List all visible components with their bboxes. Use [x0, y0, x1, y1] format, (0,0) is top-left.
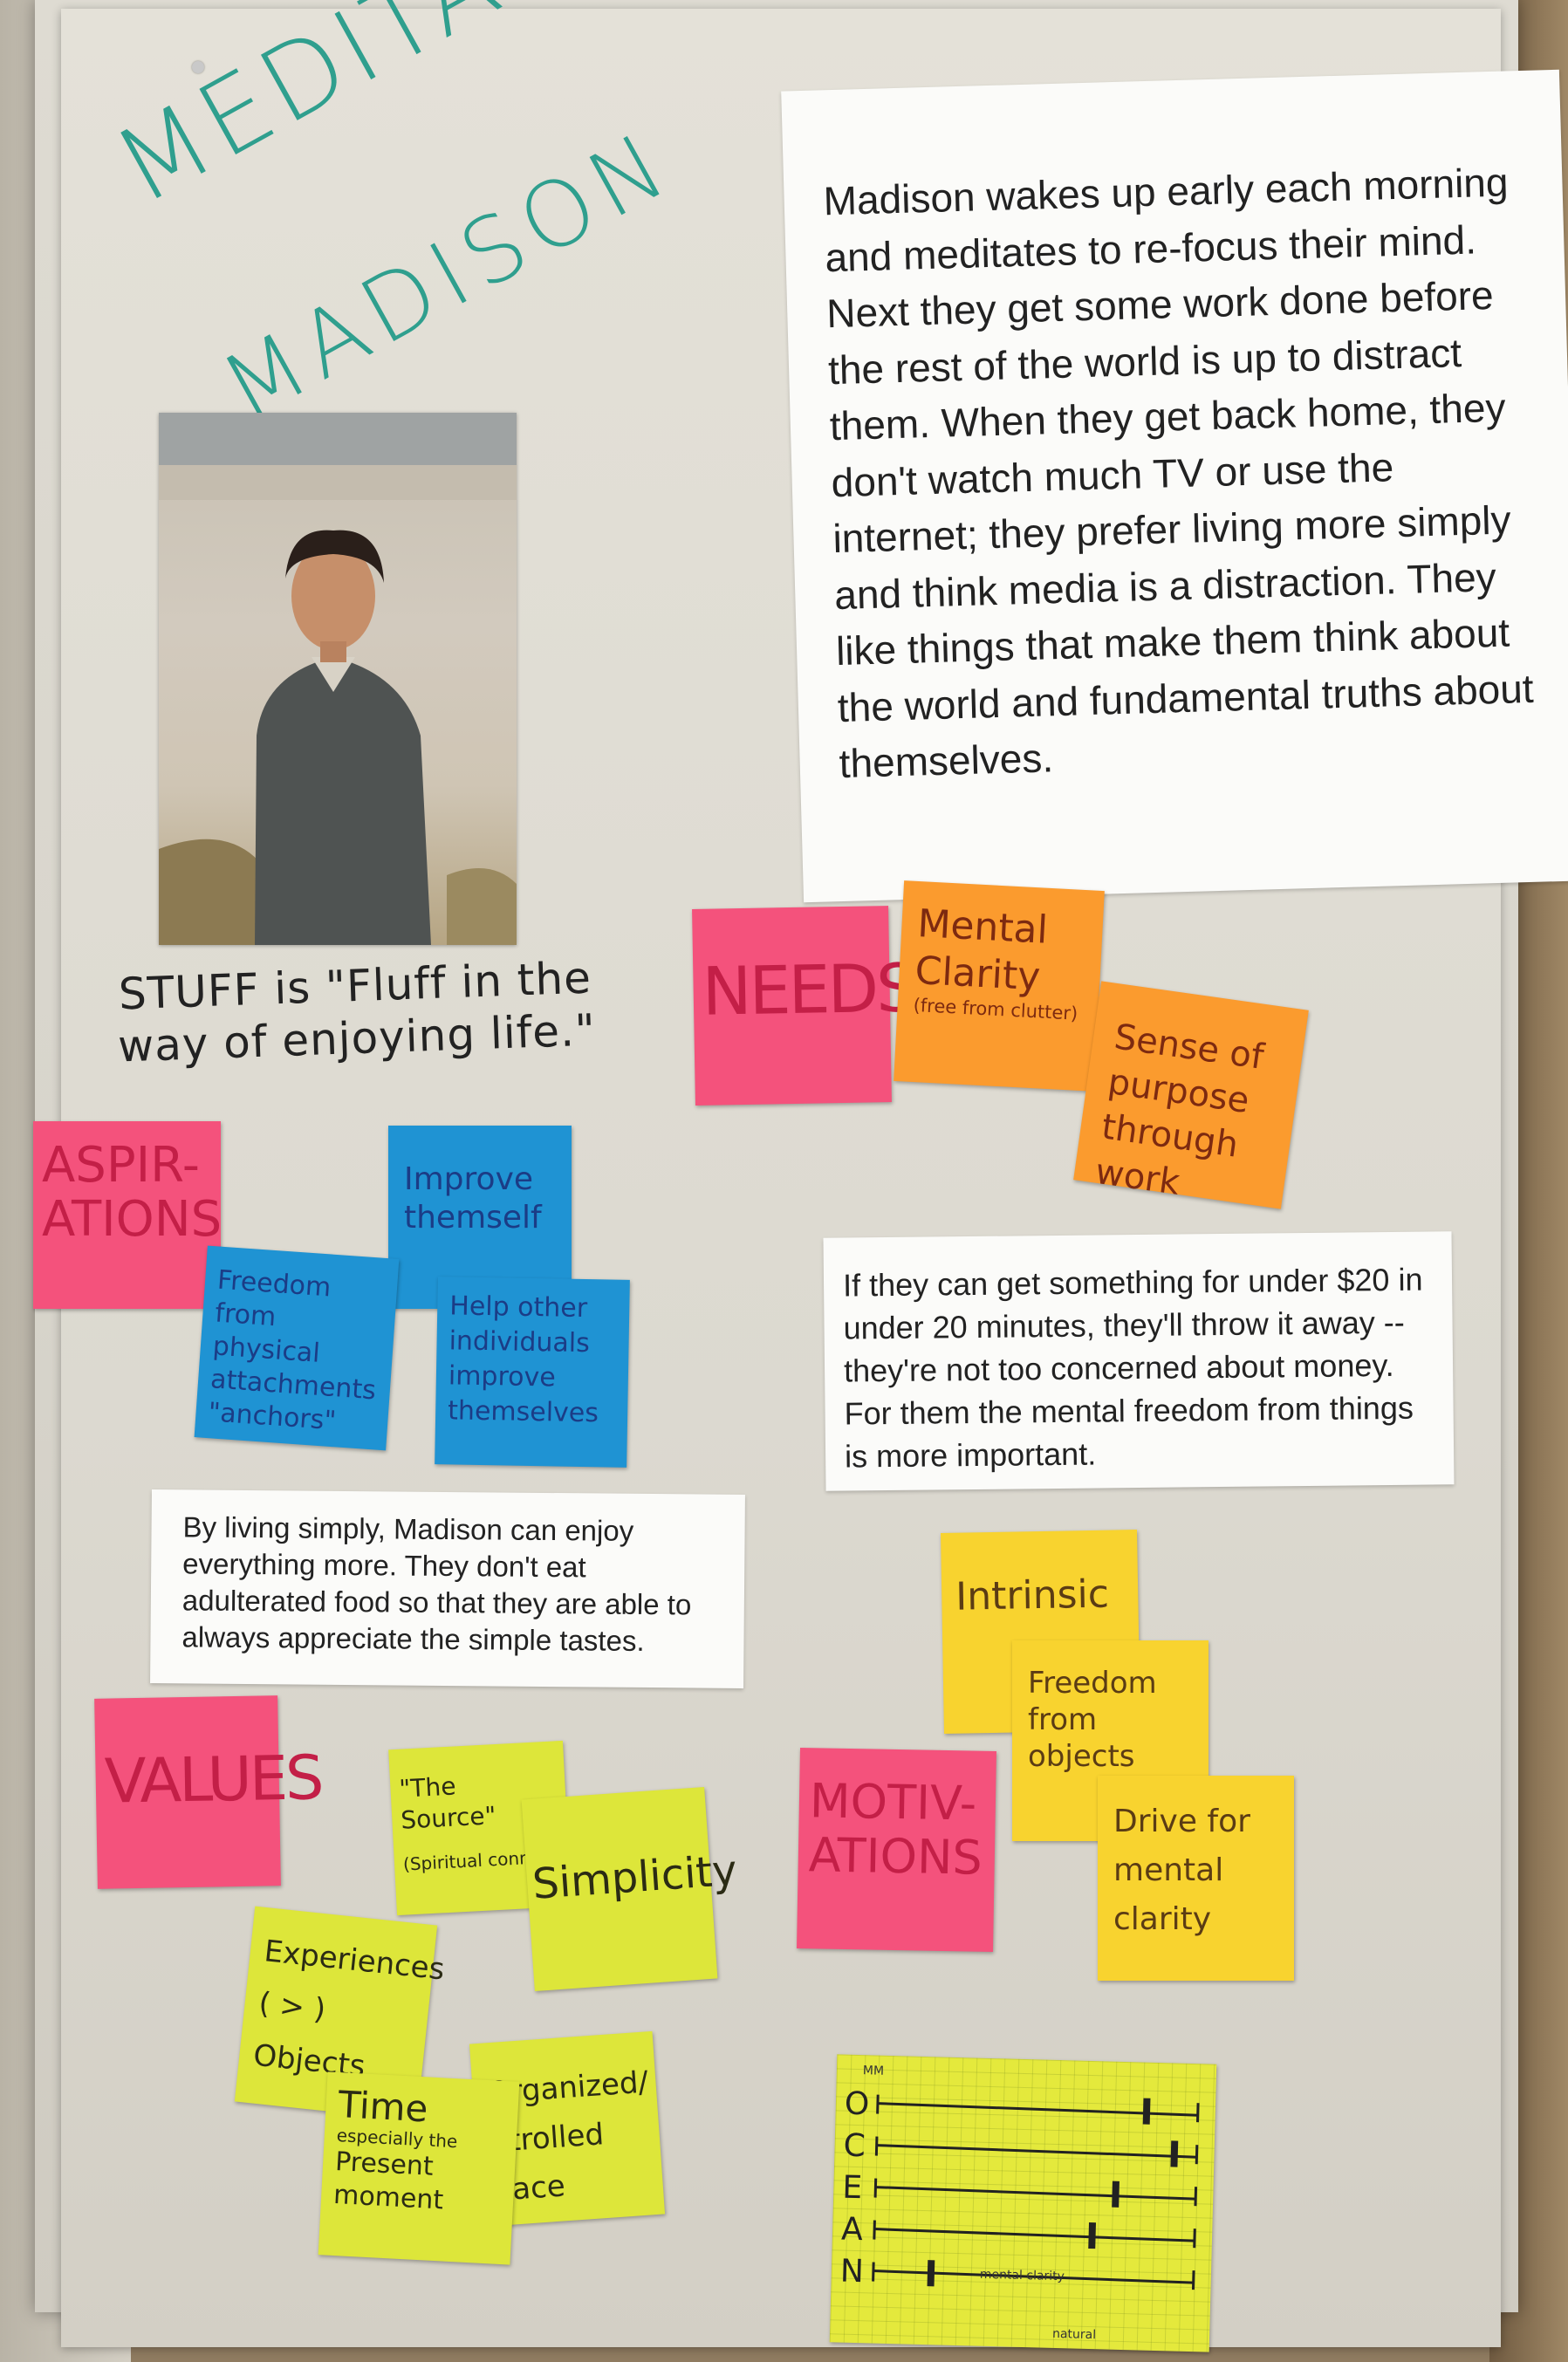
motivations-label: MOTIV-ATIONS: [808, 1773, 983, 1886]
description-card: Madison wakes up early each morning and …: [781, 69, 1568, 903]
ocean-trait-scale: [875, 2186, 1196, 2201]
persona-poster: MEDITATIVE MADISON Madison wakes up earl…: [33, 0, 1568, 2352]
motivations-item-2: Freedom from objects: [1028, 1666, 1157, 1774]
ocean-personality-chart: MM OCEAN mental clarity natural: [829, 2054, 1217, 2352]
ocean-scale-end-tick: [876, 2094, 880, 2114]
ocean-scale-end-tick: [1194, 2187, 1198, 2207]
ocean-scale-end-tick: [1195, 2145, 1199, 2165]
stuff-quote: STUFF is "Fluff in the way of enjoying l…: [117, 952, 597, 1072]
aspirations-label-note: ASPIR-ATIONS: [33, 1121, 223, 1309]
aspirations-label: ASPIR-ATIONS: [42, 1137, 223, 1248]
needs-label: NEEDS: [701, 948, 917, 1030]
needs-item-1-text: Mental Clarity: [914, 901, 1050, 1000]
needs-item-1-sub: (free from clutter): [913, 994, 1078, 1024]
ocean-annotation-top: mental clarity: [980, 2268, 1065, 2284]
ocean-trait-letter: N: [839, 2254, 864, 2290]
ocean-annotation-bottom: natural: [1052, 2327, 1096, 2342]
persona-photo: [159, 413, 517, 945]
values-item-2: Simplicity: [531, 1845, 739, 1909]
motivations-label-note: MOTIV-ATIONS: [797, 1748, 996, 1952]
ocean-trait-letter: C: [843, 2128, 866, 2165]
aspirations-item-1: Improve themself: [404, 1161, 542, 1236]
ocean-trait-letter: A: [841, 2212, 864, 2249]
ocean-scale-end-tick: [874, 2136, 879, 2156]
needs-label-note: NEEDS: [692, 906, 916, 1106]
ocean-trait-letter: E: [842, 2170, 863, 2207]
values-label-note: VALUES: [94, 1695, 322, 1889]
ocean-scale-end-tick: [873, 2220, 876, 2240]
ocean-trait-letter: O: [844, 2086, 869, 2123]
needs-note-mental-clarity: Mental Clarity (free from clutter): [894, 880, 1105, 1092]
ocean-trait-marker: [1142, 2098, 1151, 2125]
ocean-scale-end-tick: [1195, 2103, 1200, 2123]
simple-living-card: By living simply, Madison can enjoy ever…: [150, 1489, 745, 1688]
values-item-3: Experiences ( > ) Objects: [251, 1934, 447, 2085]
motivations-item-1: Intrinsic: [955, 1571, 1110, 1619]
aspirations-item-3: Help other individuals improve themselve…: [447, 1291, 599, 1429]
persona-photo-graphic: [159, 413, 517, 945]
aspirations-note-freedom: Freedom from physical attachments "ancho…: [194, 1245, 400, 1451]
ocean-chart-svg: MM OCEAN mental clarity natural: [839, 2064, 1200, 2342]
money-note-card: If they can get something for under $20 …: [823, 1231, 1455, 1491]
motivations-note-drive: Drive for mental clarity: [1098, 1776, 1294, 1981]
values-note-simplicity: Simplicity: [521, 1786, 738, 1992]
values-item-4-tail: Present moment: [332, 2146, 445, 2216]
ocean-trait-marker: [927, 2260, 935, 2287]
ocean-scale-end-tick: [1191, 2270, 1195, 2290]
ocean-scale-end-tick: [873, 2178, 878, 2198]
values-item-4: Time: [337, 2083, 429, 2131]
ocean-trait-scale: [874, 2228, 1195, 2242]
ocean-trait-marker: [1170, 2140, 1179, 2167]
values-label: VALUES: [104, 1742, 323, 1818]
needs-item-2-text: Sense of purpose through work: [1092, 1017, 1267, 1203]
ocean-header: MM: [863, 2064, 885, 2078]
ocean-trait-marker: [1088, 2222, 1097, 2249]
ocean-scale-end-tick: [872, 2262, 875, 2282]
ocean-trait-scale: [876, 2144, 1197, 2159]
values-note-time: Time especially the Present moment: [318, 2071, 520, 2265]
aspirations-note-help: Help other individuals improve themselve…: [435, 1277, 630, 1468]
motivations-item-3: Drive for mental clarity: [1113, 1804, 1250, 1937]
ocean-trait-marker: [1112, 2181, 1120, 2208]
aspirations-item-2: Freedom from physical attachments "ancho…: [207, 1264, 377, 1437]
values-item-1: "The Source": [398, 1771, 497, 1835]
needs-note-purpose: Sense of purpose through work: [1073, 981, 1309, 1209]
